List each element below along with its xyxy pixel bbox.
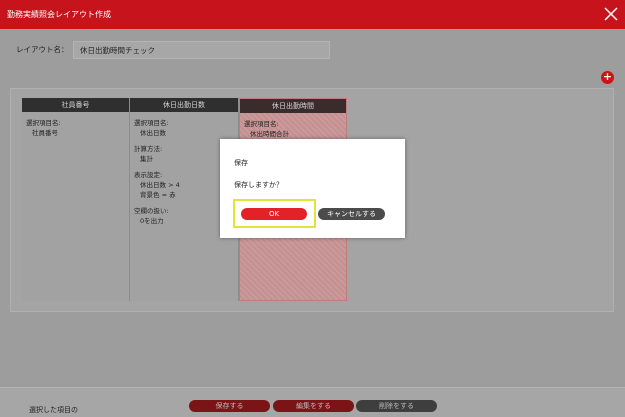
ok-button[interactable]: OK: [241, 208, 307, 220]
close-icon[interactable]: [601, 4, 621, 24]
calc-value: 集計: [140, 155, 153, 163]
column-header: 休日出勤日数: [130, 98, 238, 112]
save-button[interactable]: 保存する: [189, 400, 270, 412]
title-bar: 勤務実績照会レイアウト作成: [0, 0, 625, 29]
column-header: 社員番号: [22, 98, 129, 112]
window-title: 勤務実績照会レイアウト作成: [7, 10, 111, 19]
column-header: 休日出勤時間: [240, 99, 346, 113]
blank-value: 0を出力: [140, 217, 164, 225]
delete-button[interactable]: 削除をする: [356, 400, 437, 412]
layout-name-label: レイアウト名：: [16, 45, 69, 54]
display-condition: 休出日数 > 4: [140, 181, 180, 189]
blank-label: 空欄の扱い:: [134, 207, 169, 215]
selected-items-label: 選択した項目の: [29, 406, 78, 414]
field-label: 選択項目名:: [134, 119, 169, 127]
field-label: 選択項目名:: [244, 120, 279, 128]
field-value: 休出日数: [140, 129, 166, 137]
column-body: 選択項目名: 社員番号: [22, 112, 129, 144]
column-employee-number[interactable]: 社員番号 選択項目名: 社員番号: [22, 98, 130, 301]
dialog-message: 保存しますか？: [234, 181, 283, 189]
field-label: 選択項目名:: [26, 119, 61, 127]
cancel-button[interactable]: キャンセルする: [318, 208, 385, 220]
layout-name-input[interactable]: 休日出勤時間チェック: [73, 41, 330, 59]
dialog-title: 保存: [234, 159, 248, 167]
edit-button[interactable]: 編集をする: [273, 400, 354, 412]
display-label: 表示設定:: [134, 171, 163, 179]
add-column-button[interactable]: +: [601, 71, 614, 84]
display-color: 背景色 = 赤: [140, 191, 176, 199]
field-value: 休出時間合計: [250, 130, 289, 138]
calc-label: 計算方法:: [134, 145, 163, 153]
field-value: 社員番号: [32, 129, 58, 137]
